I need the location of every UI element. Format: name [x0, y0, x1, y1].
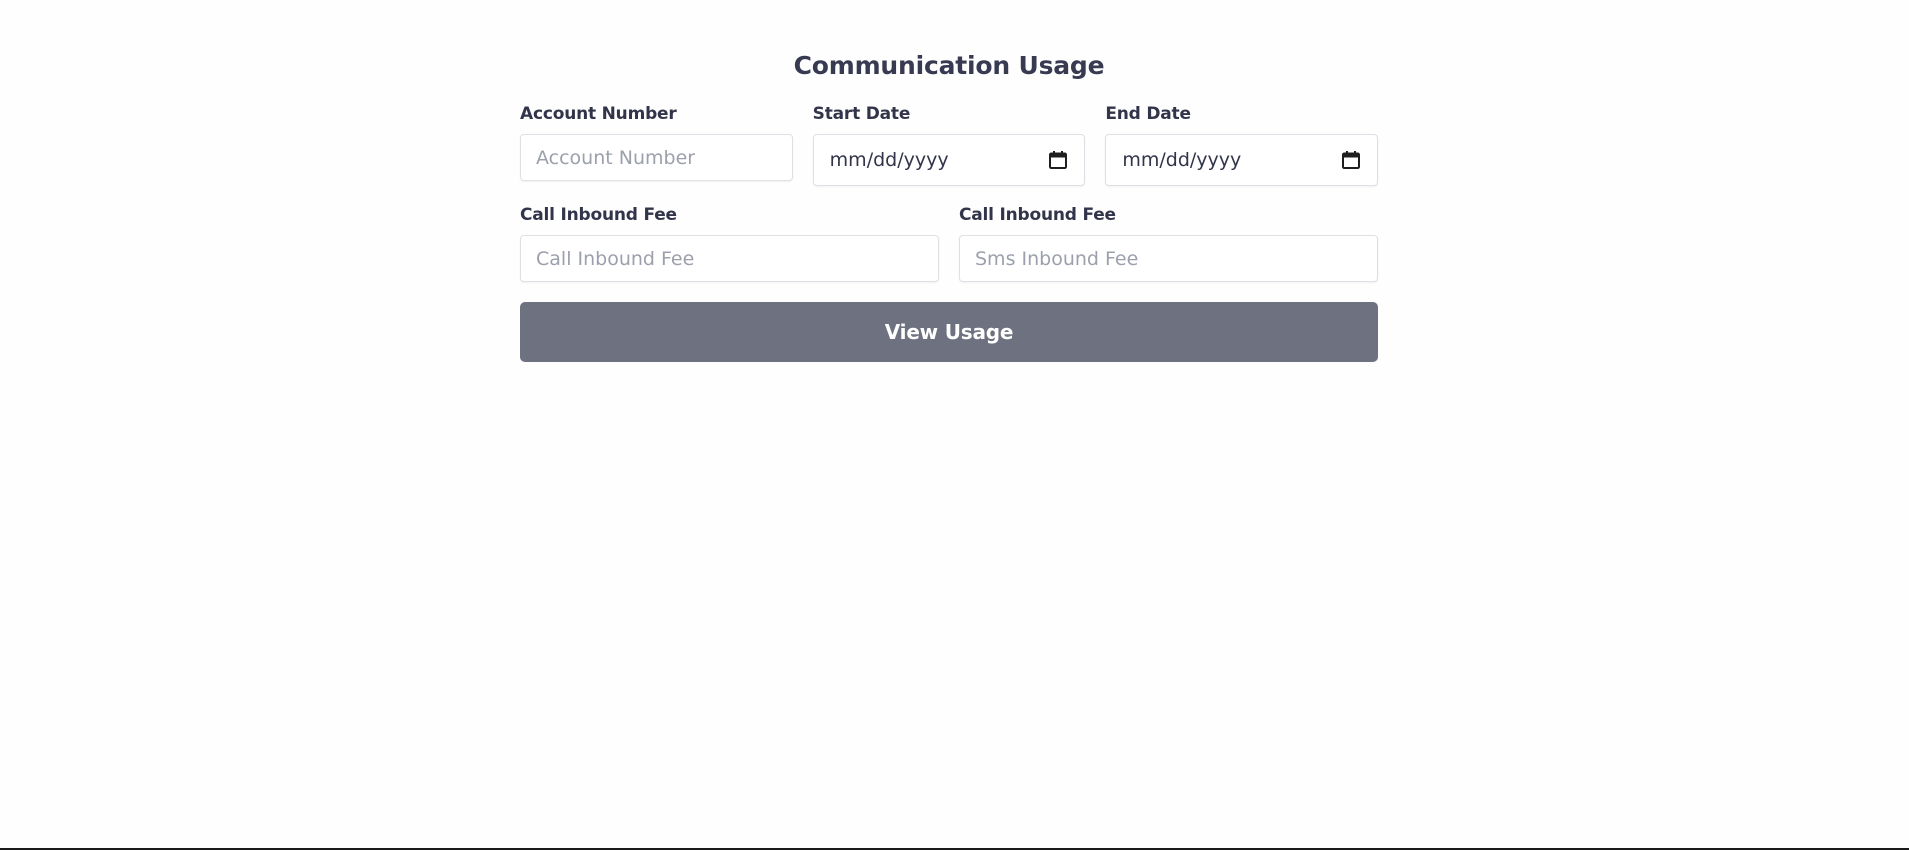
- sms-inbound-fee-input[interactable]: [959, 235, 1378, 282]
- sms-inbound-fee-field: Call Inbound Fee: [959, 204, 1378, 282]
- sms-inbound-fee-label: Call Inbound Fee: [959, 205, 1116, 225]
- start-date-label: Start Date: [812, 104, 911, 124]
- end-date-label: End Date: [1105, 104, 1191, 124]
- start-date-input[interactable]: mm/dd/yyyy: [812, 134, 1086, 186]
- start-date-value: mm/dd/yyyy: [829, 149, 949, 171]
- call-inbound-fee-input[interactable]: [520, 235, 939, 282]
- call-inbound-fee-field: Call Inbound Fee: [520, 204, 939, 282]
- call-inbound-fee-label: Call Inbound Fee: [520, 205, 677, 225]
- calendar-icon[interactable]: [1047, 149, 1069, 171]
- calendar-icon[interactable]: [1340, 149, 1362, 171]
- form-row-dates: Account Number Start Date mm/dd/yyyy End…: [520, 103, 1379, 186]
- account-number-input[interactable]: [520, 134, 793, 181]
- form-row-fees: Call Inbound Fee Call Inbound Fee: [520, 204, 1378, 282]
- usage-form-container: Communication Usage Account Number Start…: [520, 40, 1379, 362]
- start-date-field: Start Date mm/dd/yyyy: [812, 103, 1086, 186]
- account-number-field: Account Number: [520, 103, 793, 186]
- page-title: Communication Usage: [793, 51, 1105, 80]
- view-usage-button[interactable]: View Usage: [520, 302, 1378, 362]
- end-date-input[interactable]: mm/dd/yyyy: [1105, 134, 1379, 186]
- end-date-value: mm/dd/yyyy: [1122, 149, 1242, 171]
- account-number-label: Account Number: [520, 104, 677, 124]
- end-date-field: End Date mm/dd/yyyy: [1105, 103, 1379, 186]
